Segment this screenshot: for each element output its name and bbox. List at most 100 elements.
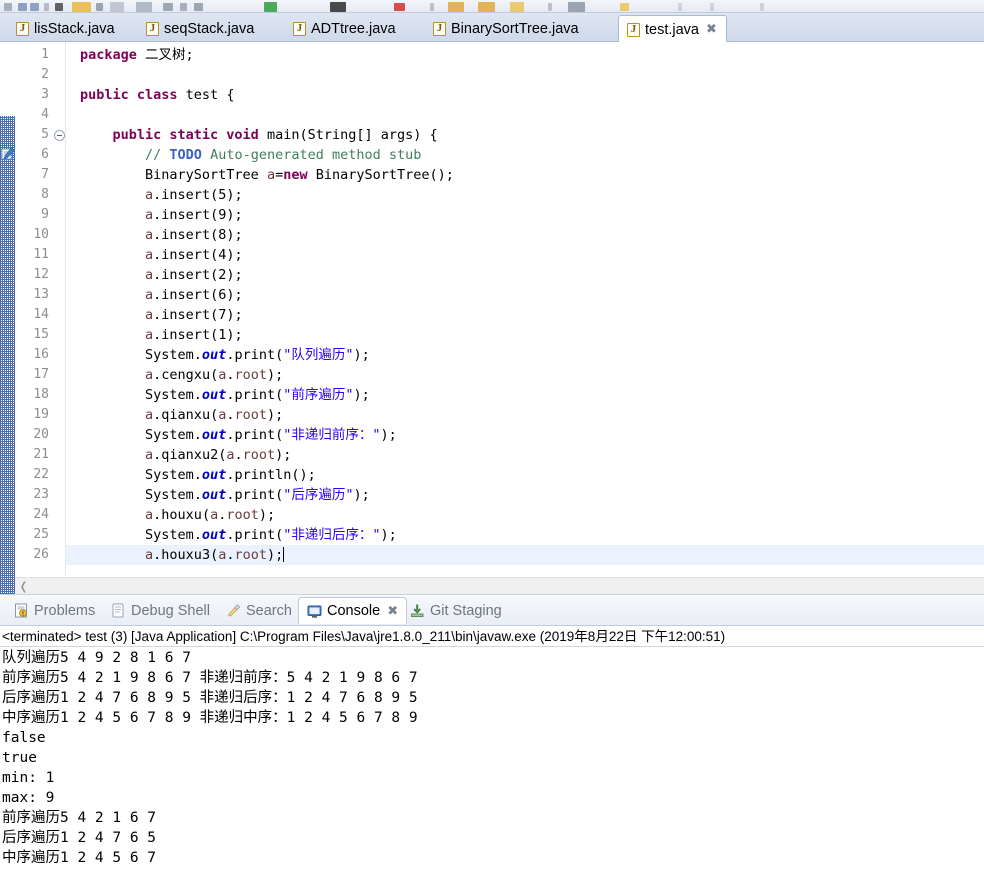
fold-collapse-icon[interactable] xyxy=(54,130,65,141)
editor-tab-seqstack-java[interactable]: seqStack.java xyxy=(138,16,263,42)
code-line[interactable]: a.qianxu(a.root); xyxy=(80,405,283,425)
editor-horizontal-scrollbar[interactable]: ❬ xyxy=(15,577,984,594)
line-number: 25 xyxy=(33,527,49,542)
code-line[interactable]: a.insert(2); xyxy=(80,265,243,285)
editor-tab-binarysorttree-java[interactable]: BinarySortTree.java xyxy=(425,16,588,42)
code-line[interactable]: public static void main(String[] args) { xyxy=(80,125,438,145)
save-icon[interactable] xyxy=(18,3,27,11)
code-line[interactable]: System.out.print("非递归后序："); xyxy=(80,525,397,545)
annotation-ruler-occurrences xyxy=(0,116,15,620)
line-number: 13 xyxy=(33,287,49,302)
scroll-left-arrow-icon[interactable]: ❬ xyxy=(15,578,32,595)
code-line[interactable]: public class test { xyxy=(80,85,234,105)
code-line[interactable]: a.insert(6); xyxy=(80,285,243,305)
code-line[interactable]: a.insert(7); xyxy=(80,305,243,325)
line-number: 8 xyxy=(41,187,49,202)
line-number: 26 xyxy=(33,547,49,562)
panel-tab-search[interactable]: Search xyxy=(218,598,300,623)
line-number: 5 xyxy=(41,127,49,142)
editor-tab-close-icon[interactable]: ✖ xyxy=(706,22,717,37)
code-line[interactable]: System.out.println(); xyxy=(80,465,316,485)
panel-tab-label: Search xyxy=(246,602,292,619)
java-file-icon xyxy=(627,22,640,37)
console-output-line: 中序遍历1 2 4 5 6 7 8 9 非递归中序：1 2 4 5 6 7 8 … xyxy=(2,710,427,726)
console-output-line: 后序遍历1 2 4 7 6 5 xyxy=(2,830,165,846)
save-all-icon[interactable] xyxy=(30,3,39,11)
code-line[interactable]: a.houxu3(a.root); xyxy=(80,545,285,565)
panel-tab-debug-shell[interactable]: Debug Shell xyxy=(103,598,218,623)
open-folder-icon[interactable] xyxy=(72,2,91,12)
folder-open-icon[interactable] xyxy=(448,2,464,12)
java-file-icon xyxy=(293,21,306,36)
sep-dot-1-icon[interactable] xyxy=(678,3,682,11)
editor-tab-test-java[interactable]: test.java ✖ xyxy=(618,15,727,43)
editor-tab-label: lisStack.java xyxy=(34,21,115,37)
line-number: 3 xyxy=(41,87,49,102)
code-text-area[interactable]: package 二叉树; public class test { public s… xyxy=(66,42,984,577)
panel-tab-close-icon[interactable]: ✖ xyxy=(387,604,398,619)
code-line[interactable]: System.out.print("后序遍历"); xyxy=(80,485,370,505)
code-line[interactable]: a.insert(5); xyxy=(80,185,243,205)
line-number: 15 xyxy=(33,327,49,342)
stop-icon[interactable] xyxy=(394,3,405,11)
main-toolbar[interactable] xyxy=(0,0,984,13)
code-line[interactable]: // TODO Auto-generated method stub xyxy=(80,145,421,165)
annotation-ruler-thumb[interactable] xyxy=(0,42,15,116)
external-tools-icon[interactable] xyxy=(194,3,203,11)
code-line[interactable]: a.qianxu2(a.root); xyxy=(80,445,291,465)
editor-tab-lisstack-java[interactable]: lisStack.java xyxy=(8,16,124,42)
code-line[interactable]: a.insert(8); xyxy=(80,225,243,245)
console-output-line: max: 9 xyxy=(2,790,55,806)
console-output-line: true xyxy=(2,750,37,766)
code-line[interactable]: System.out.print("前序遍历"); xyxy=(80,385,370,405)
panel-tab-console[interactable]: Console ✖ xyxy=(298,597,408,624)
panel-tab-problems[interactable]: Problems xyxy=(6,598,103,623)
editor-annotation-ruler[interactable] xyxy=(0,42,15,620)
git-staging-icon xyxy=(410,603,425,618)
console-output-line: 中序遍历1 2 4 5 6 7 xyxy=(2,850,165,866)
panel-tab-label: Debug Shell xyxy=(131,602,210,619)
console-output-line: 前序遍历5 4 2 1 9 8 6 7 非递归前序：5 4 2 1 9 8 6 … xyxy=(2,670,427,686)
line-number: 7 xyxy=(41,167,49,182)
sep-dot-3-icon[interactable] xyxy=(760,3,764,11)
code-line[interactable]: a.houxu(a.root); xyxy=(80,505,275,525)
sep-dot-2-icon[interactable] xyxy=(710,3,714,11)
line-number: 1 xyxy=(41,47,49,62)
code-line[interactable]: a.insert(9); xyxy=(80,205,243,225)
undo-icon[interactable] xyxy=(4,3,12,11)
green-run-icon[interactable] xyxy=(264,2,277,12)
quick-fix-marker-icon[interactable] xyxy=(1,147,15,161)
dropdown-arrow-icon[interactable] xyxy=(96,3,103,11)
print-icon[interactable] xyxy=(44,3,49,11)
problems-icon xyxy=(14,603,29,618)
java-file-icon xyxy=(16,21,29,36)
code-line[interactable]: System.out.print("非递归前序："); xyxy=(80,425,397,445)
annotation-icon[interactable] xyxy=(620,3,629,11)
line-number: 11 xyxy=(33,247,49,262)
debug-icon[interactable] xyxy=(136,2,152,12)
code-line[interactable]: BinarySortTree a=new BinarySortTree(); xyxy=(80,165,454,185)
search-icon[interactable] xyxy=(180,3,187,11)
editor-tab-adttree-java[interactable]: ADTtree.java xyxy=(285,16,405,42)
code-folding-column[interactable] xyxy=(53,42,66,577)
coverage-icon[interactable] xyxy=(163,3,173,11)
code-line[interactable]: a.insert(1); xyxy=(80,325,243,345)
perspective-icon[interactable] xyxy=(568,2,585,12)
code-line[interactable]: a.cengxu(a.root); xyxy=(80,365,283,385)
run-icon[interactable] xyxy=(55,3,63,11)
panel-tab-git-staging[interactable]: Git Staging xyxy=(402,598,510,623)
javadoc-icon[interactable] xyxy=(510,2,524,12)
dot-icon[interactable] xyxy=(430,3,434,11)
line-number: 21 xyxy=(33,447,49,462)
code-line[interactable]: a.insert(4); xyxy=(80,245,243,265)
code-editor[interactable]: 1 2 3 4 5 6 7 8 9 10 11 12 13 14 15 16 17 18 19 20 21 22 23 24 2… xyxy=(0,42,984,620)
small-dot-icon[interactable] xyxy=(548,3,552,11)
folder-icon[interactable] xyxy=(478,2,495,12)
console-output-line: 队列遍历5 4 9 2 8 1 6 7 xyxy=(2,650,200,666)
terminal-icon[interactable] xyxy=(330,2,346,12)
console-output[interactable]: 队列遍历5 4 9 2 8 1 6 7 前序遍历5 4 2 1 9 8 6 7 … xyxy=(0,648,984,892)
editor-tab-label: seqStack.java xyxy=(164,21,255,37)
code-line[interactable]: System.out.print("队列遍历"); xyxy=(80,345,370,365)
code-line[interactable]: package 二叉树; xyxy=(80,45,194,65)
new-icon[interactable] xyxy=(110,2,124,12)
